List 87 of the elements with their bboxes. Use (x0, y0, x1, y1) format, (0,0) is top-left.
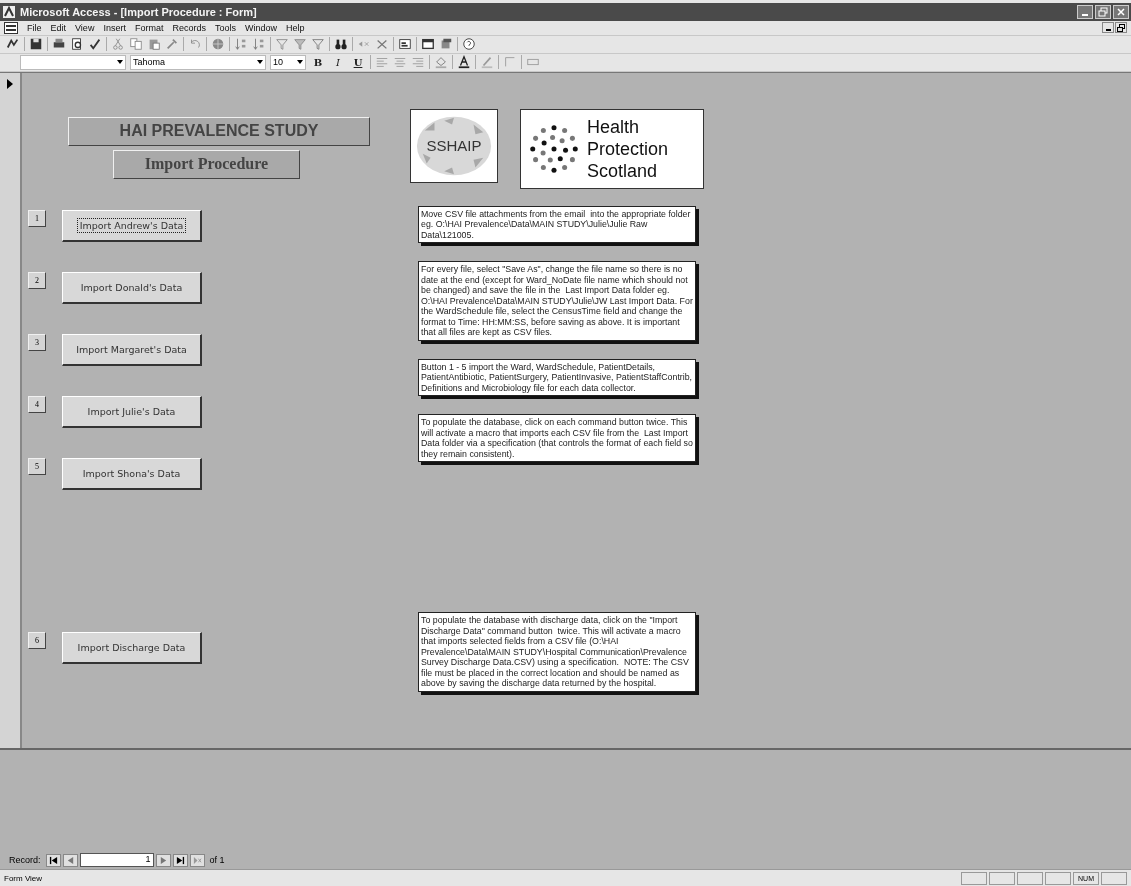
step-number-button[interactable]: 2 (28, 271, 46, 289)
instruction-note: Move CSV file attachments from the email into the appropriate folder eg. O:\HAI Prevalence\Data\MAIN STUDY\Julie\Julie Raw Data\121005. (418, 205, 696, 244)
record-count: of 1 (209, 855, 225, 866)
step-number-button[interactable]: 4 (28, 395, 46, 413)
previous-icon (65, 855, 75, 865)
paste-icon[interactable] (147, 37, 161, 52)
instruction-note: To populate the database, click on each command button twice. This will activate a macro that imports each CSV file from the Last Import Data folder via a specification (that controls the format of each field so they remain consistent). (418, 414, 696, 463)
binoculars-icon[interactable] (334, 37, 348, 52)
align-left-icon[interactable] (375, 55, 389, 70)
instruction-note: To populate the database with discharge data, click on the "Import Discharge Data" command button twice. This will activate a macro that imports selected fields from a CSV file (O:\HAI Prevalence\Data\MAIN STUDY\Hospital Communication\Prevalence Survey Discharge Data.CSV) using a specification. NOTE: The CSV file must be placed in the correct location and should be named as above by saving the discharge data returned by the hospital. (418, 612, 696, 692)
last-record-button[interactable] (172, 853, 188, 867)
form-icon (4, 21, 18, 34)
new-icon (192, 855, 202, 865)
record-label: Record: (9, 855, 41, 866)
help-icon[interactable] (462, 37, 476, 52)
filter-icon[interactable] (293, 37, 307, 52)
menu-item[interactable]: Window (244, 22, 277, 33)
font-size-dropdown[interactable]: 10 (270, 54, 306, 70)
close-button[interactable] (1113, 4, 1129, 19)
import-button[interactable]: Import Margaret's Data (62, 333, 202, 366)
minimize-button[interactable] (1077, 4, 1093, 19)
record-number-field[interactable]: 1 (79, 853, 154, 868)
window-title: Microsoft Access - [Import Procedure : Form] (20, 5, 257, 18)
menu-item[interactable]: Tools (214, 22, 236, 33)
properties-icon[interactable] (398, 37, 412, 52)
filter-icon[interactable] (275, 37, 289, 52)
menu-item[interactable]: Records (172, 22, 206, 33)
underline-button[interactable]: U (350, 55, 366, 70)
menu-item[interactable]: View (75, 22, 95, 33)
menu-item[interactable]: Help (285, 22, 305, 33)
minimize-icon (1082, 13, 1088, 16)
instruction-note: Button 1 - 5 import the Ward, WardSchedule, PatientDetails, PatientAntibiotic, PatientSurgery, PatientInvasive, PatientStaffContrib, Definitions and Microbiology file for each data collector. (418, 358, 696, 397)
step-number-button[interactable]: 3 (28, 333, 46, 351)
bold-button[interactable]: B (310, 55, 326, 70)
caret-icon (117, 60, 123, 65)
first-record-button[interactable] (45, 853, 61, 867)
menu-item[interactable]: Format (134, 22, 164, 33)
step-number-button[interactable]: 1 (28, 209, 46, 227)
line-color-icon[interactable] (480, 55, 494, 70)
sshaip-logo: SSHAIP (410, 108, 498, 183)
caret-icon (257, 60, 263, 65)
instruction-note: For every file, select "Save As", change the file name so there is no date at the end (except for Ward_NoDate file name which should not be changed) and save the file in the Last Import Data folder eg. O:\HAI Prevalence\Data\MAIN STUDY\Julie\JW Last Import Data. For the WardSchedule file, select the CensusTime field and change the format to Time: HH:MM:SS, before saving as above. It is important that all files are kept as CSV files. (418, 261, 696, 341)
step-number-button[interactable]: 5 (28, 457, 46, 475)
fill-color-icon[interactable] (434, 55, 448, 70)
globe-icon[interactable] (211, 37, 225, 52)
restore-button[interactable] (1095, 4, 1111, 19)
save-icon[interactable] (29, 37, 43, 52)
copy-icon[interactable] (129, 37, 143, 52)
filter-icon[interactable] (311, 37, 325, 52)
cut-icon[interactable] (111, 37, 125, 52)
import-button[interactable]: Import Donald's Data (62, 271, 202, 304)
minimize-icon (1105, 29, 1111, 32)
import-button[interactable]: Import Discharge Data (62, 631, 202, 664)
app-icon (2, 4, 16, 19)
window-icon[interactable] (421, 37, 435, 52)
hps-logo: Health Protection Scotland (520, 108, 704, 189)
last-icon (175, 855, 185, 865)
next-icon (158, 855, 168, 865)
font-color-icon[interactable] (457, 55, 471, 70)
minimize-button[interactable] (1102, 22, 1114, 34)
restore-icon (1098, 6, 1108, 17)
menu-item[interactable]: File (27, 22, 42, 33)
print-preview-icon[interactable] (70, 37, 84, 52)
sort-ascending-icon[interactable] (234, 37, 248, 52)
restore-button[interactable] (1115, 22, 1127, 34)
italic-button[interactable]: I (330, 55, 346, 70)
form-subheading: Import Procedure (113, 149, 300, 179)
first-icon (48, 855, 58, 865)
menu-item[interactable]: Insert (103, 22, 126, 33)
menu-item[interactable]: Edit (50, 22, 67, 33)
status-pane (989, 871, 1015, 885)
status-pane (1017, 871, 1043, 885)
close-icon (1116, 6, 1126, 17)
status-text: Form View (4, 873, 43, 883)
record-pointer-icon (7, 78, 13, 89)
sort-descending-icon[interactable] (252, 37, 266, 52)
step-number-button[interactable]: 6 (28, 631, 46, 649)
restore-icon (1117, 23, 1125, 32)
status-pane (961, 871, 987, 885)
import-button[interactable]: Import Shona's Data (62, 457, 202, 490)
import-button[interactable]: Import Julie's Data (62, 395, 202, 428)
status-pane (1101, 871, 1127, 885)
caret-icon (297, 60, 303, 65)
form-heading: HAI PREVALENCE STUDY (68, 116, 370, 146)
font-dropdown[interactable]: Tahoma (130, 54, 266, 70)
import-button[interactable]: Import Andrew's Data (62, 209, 202, 242)
status-pane (1045, 871, 1071, 885)
